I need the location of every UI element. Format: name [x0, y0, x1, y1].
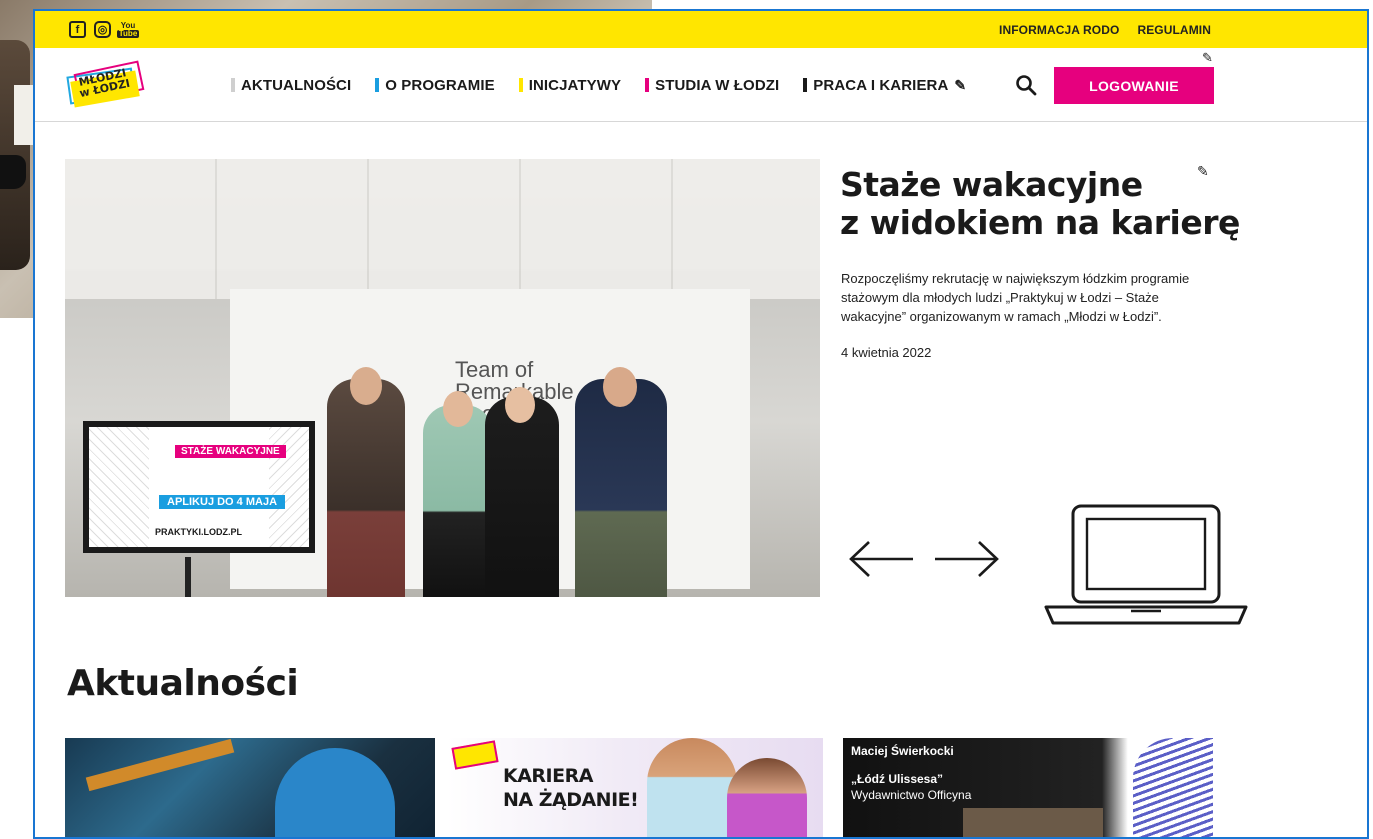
news-card[interactable]: Maciej Świerkocki „Łódź Ulissesa” Wydawn… — [843, 738, 1213, 837]
nav-item-praca[interactable]: PRACA I KARIERA ✎ — [803, 77, 966, 94]
tv-text-url: PRAKTYKI.LODZ.PL — [155, 527, 242, 537]
card-image-helmet — [275, 748, 395, 837]
hero-tv-screen: STAŻE WAKACYJNE APLIKUJ DO 4 MAJA PRAKTY… — [83, 421, 315, 553]
hero-person — [575, 379, 667, 597]
hero-person-head — [350, 367, 382, 405]
card-publisher: Wydawnictwo Officyna — [851, 788, 972, 802]
hero-person — [485, 397, 559, 597]
card-image-pipe — [85, 738, 235, 792]
nav-item-label: INICJATYWY — [528, 76, 622, 94]
nav-color-bar — [518, 78, 523, 92]
card-image-stage — [963, 808, 1103, 837]
hero-title-line1: Staże wakacyjne — [840, 165, 1143, 204]
hero-title-line2: z widokiem na karierę — [840, 203, 1240, 242]
card-mini-logo — [451, 740, 499, 770]
news-section-title: Aktualności — [67, 663, 299, 704]
hero-date: 4 kwietnia 2022 — [841, 345, 932, 360]
edit-pencil-icon[interactable]: ✎ — [1197, 163, 1209, 180]
rodo-link[interactable]: INFORMACJA RODO — [999, 23, 1119, 37]
card-image-person — [647, 738, 737, 837]
search-icon[interactable] — [1015, 74, 1037, 96]
card-image-graphic — [1133, 738, 1213, 837]
hero-person — [423, 405, 493, 597]
nav-item-o-programie[interactable]: O PROGRAMIE — [375, 76, 495, 94]
nav-item-aktualnosci[interactable]: AKTUALNOŚCI — [231, 77, 351, 94]
social-links: f ◎ You Tube — [69, 21, 140, 38]
nav-item-label: O PROGRAMIE — [385, 76, 495, 94]
news-card[interactable] — [65, 738, 435, 837]
card-author: Maciej Świerkocki — [851, 744, 954, 758]
regulamin-link[interactable]: REGULAMIN — [1137, 23, 1211, 37]
card-book-title: „Łódź Ulissesa” — [851, 772, 944, 786]
youtube-icon-bottom: Tube — [116, 28, 140, 38]
tv-stand — [185, 557, 191, 597]
arrow-left-icon[interactable] — [847, 539, 917, 579]
instagram-icon[interactable]: ◎ — [94, 21, 111, 38]
hero-person-head — [603, 367, 637, 407]
top-bar: f ◎ You Tube INFORMACJA RODO REGULAMIN — [35, 11, 1367, 48]
main-nav: MŁODZI w ŁODZI AKTUALNOŚCI O PROGRAMIE I… — [35, 48, 1367, 122]
nav-color-bar — [231, 78, 235, 92]
hero-person — [327, 379, 405, 597]
edit-pencil-icon[interactable]: ✎ — [1202, 50, 1213, 66]
laptop-icon — [1044, 504, 1248, 625]
background-sign — [14, 85, 34, 145]
youtube-icon[interactable]: You Tube — [116, 21, 140, 38]
tv-text-staze: STAŻE WAKACYJNE — [175, 445, 286, 458]
facebook-icon[interactable]: f — [69, 21, 86, 38]
nav-item-label: PRACA I KARIERA — [813, 76, 949, 94]
hero-description: Rozpoczęliśmy rekrutację w największym ł… — [841, 271, 1190, 324]
hero-person-head — [505, 387, 535, 423]
card-title: KARIERA NA ŻĄDANIE! — [503, 764, 639, 812]
nav-color-bar — [375, 78, 380, 92]
login-button[interactable]: LOGOWANIE — [1054, 67, 1214, 104]
tv-text-aplikuj: APLIKUJ DO 4 MAJA — [159, 495, 286, 509]
nav-color-bar — [645, 78, 650, 92]
nav-menu: AKTUALNOŚCI O PROGRAMIE INICJATYWY STUDI… — [231, 48, 966, 122]
card-title-line1: KARIERA — [503, 765, 593, 787]
news-card[interactable]: KARIERA NA ŻĄDANIE! — [447, 738, 823, 837]
tv-sketch-left — [89, 427, 149, 547]
arrow-right-icon[interactable] — [931, 539, 1001, 579]
nav-item-label: AKTUALNOŚCI — [241, 76, 352, 94]
top-links: INFORMACJA RODO REGULAMIN — [999, 23, 1367, 37]
hero-ceiling — [65, 159, 820, 299]
edit-pencil-icon[interactable]: ✎ — [954, 77, 966, 94]
nav-color-bar — [803, 78, 808, 92]
background-shoe — [0, 155, 26, 189]
nav-item-inicjatywy[interactable]: INICJATYWY — [518, 76, 622, 94]
site-logo[interactable]: MŁODZI w ŁODZI — [66, 60, 146, 110]
browser-window: f ◎ You Tube INFORMACJA RODO REGULAMIN M… — [33, 9, 1369, 839]
card-title-line2: NA ŻĄDANIE! — [503, 789, 639, 811]
nav-item-studia[interactable]: STUDIA W ŁODZI — [645, 77, 779, 94]
nav-item-label: STUDIA W ŁODZI — [655, 76, 780, 94]
card-image-person — [727, 758, 807, 837]
hero-title[interactable]: Staże wakacyjne z widokiem na karierę — [840, 166, 1240, 242]
hero-person-head — [443, 391, 473, 427]
hero-image[interactable]: Team of Remarkable People STAŻE WAKACYJN… — [65, 159, 820, 597]
